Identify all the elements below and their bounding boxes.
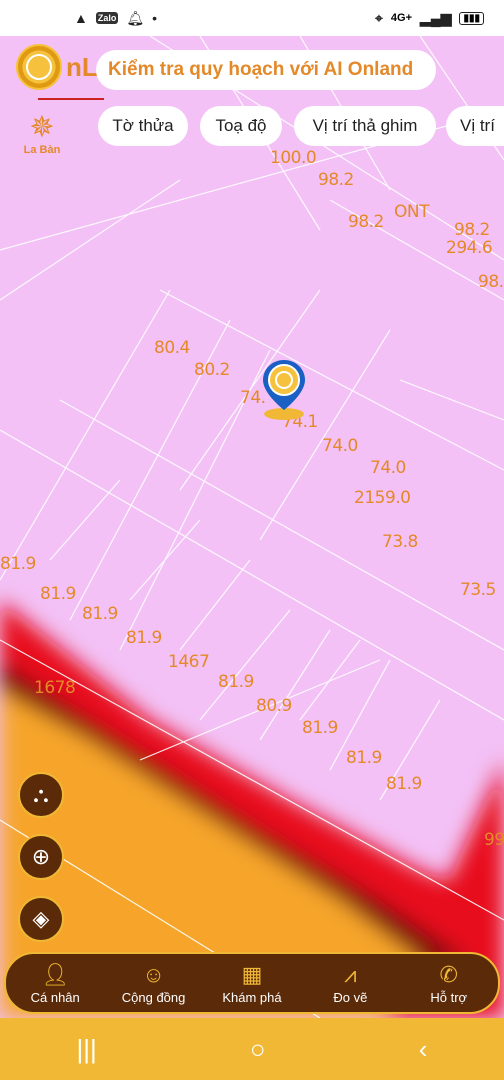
map-label: 80.4 [154, 338, 190, 358]
map-canvas[interactable]: 100.0 98.2 98.2 ONT 98.2 294.6 98. 80.4 … [0, 36, 504, 1018]
battery-icon: ▮▮▮ [459, 11, 484, 25]
map-label: 294.6 [446, 238, 493, 258]
warning-icon: ▲ [74, 10, 88, 26]
nav-do-ve[interactable]: ⩘ Đo vẽ [305, 962, 395, 1005]
map-label: 73.5 [460, 580, 496, 600]
layers-button[interactable]: ◈ [18, 896, 64, 942]
map-label: 98. [478, 272, 504, 292]
map-label: 100.0 [270, 148, 317, 168]
nav-ho-tro[interactable]: ✆ Hỗ trợ [404, 962, 494, 1005]
nav-cong-dong[interactable]: ☺ Cộng đồng [109, 962, 199, 1005]
status-bar: ▲ Zalo 🔔︎ • ⌖ 4G+ ▂▄▆ ▮▮▮ [0, 0, 504, 36]
nav-ca-nhan[interactable]: 👤︎ Cá nhân [10, 962, 100, 1005]
phone-icon: ✆ [439, 961, 458, 987]
map-label: 98.2 [454, 220, 490, 240]
bottom-nav: 👤︎ Cá nhân ☺ Cộng đồng ▦ Khám phá ⩘ Đo v… [4, 952, 500, 1014]
map-label: 2159.0 [354, 488, 411, 508]
home-icon[interactable]: ○ [250, 1034, 266, 1065]
dot-icon: • [152, 10, 158, 26]
map-label: 74.0 [370, 458, 406, 478]
explore-grid-icon: ▦ [241, 961, 263, 987]
logo-emblem-icon [26, 54, 52, 80]
logo-underline [38, 98, 104, 100]
crosshair-icon: ⊕ [31, 844, 51, 869]
map-label: 81.9 [126, 628, 162, 648]
locate-button[interactable]: ⊕ [18, 834, 64, 880]
map-label: 80.9 [256, 696, 292, 716]
app-logo[interactable] [16, 44, 62, 90]
logo-text: nL [66, 52, 98, 82]
zalo-icon: Zalo [95, 12, 119, 24]
map-label: 73.8 [382, 532, 418, 552]
map-pin-icon[interactable] [260, 358, 308, 422]
map-label: 81.9 [0, 554, 36, 574]
search-placeholder: Kiểm tra quy hoạch với AI Onland [108, 59, 414, 80]
compass-button[interactable]: ✵ La Bàn [20, 111, 64, 157]
community-icon: ☺ [142, 961, 165, 987]
person-icon: 👤︎ [41, 961, 70, 987]
map-label: ONT [394, 202, 429, 222]
map-graphics [0, 36, 504, 1018]
chip-vi-tri-tha-ghim[interactable]: Vị trí thả ghim [294, 106, 436, 146]
map-label: 81.9 [386, 774, 422, 794]
network-indicator: 4G+ [390, 12, 413, 24]
chip-vi-tri[interactable]: Vị trí [446, 106, 504, 146]
map-label: 99 [484, 830, 504, 850]
compass-label: La Bàn [23, 144, 61, 156]
layers-icon: ◈ [32, 906, 50, 931]
scatter-chart-icon: ⛬ [33, 782, 49, 807]
chip-toa-do[interactable]: Toạ độ [200, 106, 282, 146]
map-label: 98.2 [348, 212, 384, 232]
map-label: 80.2 [194, 360, 230, 380]
signal-icon: ▂▄▆ [420, 10, 452, 26]
chip-to-thua[interactable]: Tờ thửa [98, 106, 188, 146]
nav-kham-pha[interactable]: ▦ Khám phá [207, 962, 297, 1005]
map-label: 81.9 [218, 672, 254, 692]
map-label: 1467 [168, 652, 210, 672]
map-label: 81.9 [40, 584, 76, 604]
map-label: 81.9 [82, 604, 118, 624]
scatter-chart-button[interactable]: ⛬ [18, 772, 64, 818]
map-label: 74.0 [322, 436, 358, 456]
map-label: 1678 [34, 678, 76, 698]
back-icon[interactable]: ‹ [419, 1034, 428, 1065]
map-label: 98.2 [318, 170, 354, 190]
search-input[interactable]: Kiểm tra quy hoạch với AI Onland [96, 50, 436, 90]
map-label: 81.9 [346, 748, 382, 768]
map-label: 81.9 [302, 718, 338, 738]
system-nav-bar: ||| ○ ‹ [0, 1018, 504, 1080]
compass-icon: ✵ [29, 111, 55, 144]
bell-icon: 🔔︎ [126, 10, 145, 26]
recent-apps-icon[interactable]: ||| [77, 1034, 97, 1065]
measure-icon: ⩘ [344, 961, 357, 987]
location-icon: ⌖ [375, 10, 383, 26]
